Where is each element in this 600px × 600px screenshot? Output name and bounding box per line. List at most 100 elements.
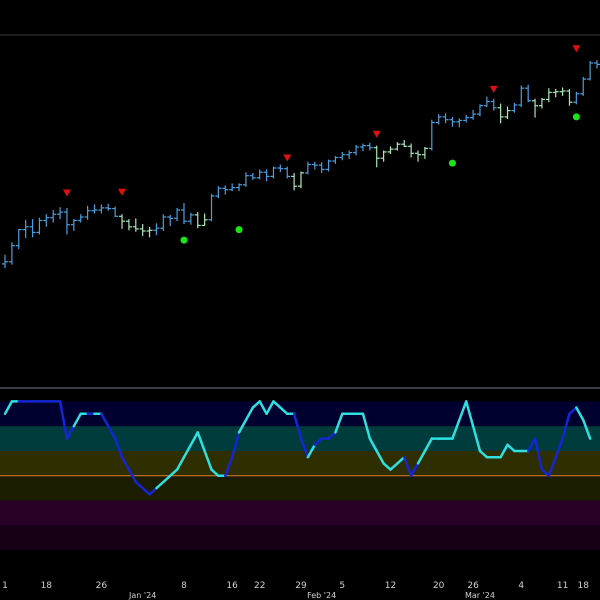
price-bar [532, 98, 539, 118]
price-bar [57, 207, 64, 220]
price-bar [497, 103, 504, 124]
sell-signal-marker [118, 188, 127, 196]
price-bar [346, 150, 353, 159]
price-bar [394, 142, 401, 151]
oscillator-band-4 [0, 475, 600, 501]
price-bar [277, 164, 284, 173]
price-bar [511, 102, 518, 113]
price-bar [29, 219, 36, 238]
x-tick-label: 20 [433, 581, 445, 591]
price-bar [408, 143, 415, 158]
price-bar [91, 204, 98, 214]
price-bar [194, 212, 201, 229]
price-bar [256, 169, 263, 180]
x-tick-label: 26 [467, 581, 479, 591]
price-bar [105, 203, 112, 211]
x-axis: 1 18 26 8 16 22 29 5 12 20 26 4 11 18 Jan '24 Feb '24 Ma… [2, 581, 589, 600]
price-bar [401, 140, 408, 147]
price-bar [566, 88, 573, 106]
x-tick-label: 11 [557, 581, 568, 591]
price-bar [201, 213, 208, 227]
price-bar [77, 214, 84, 223]
price-bar [545, 88, 552, 103]
price-bar [449, 116, 456, 127]
price-bar [291, 172, 298, 191]
price-bar [229, 183, 236, 192]
price-bar [483, 96, 490, 108]
price-bar [298, 171, 304, 189]
x-tick-label: 22 [254, 581, 265, 591]
price-bar [139, 224, 146, 236]
sell-signal-marker [572, 45, 581, 53]
price-bar [339, 151, 346, 161]
sell-signal-marker [372, 130, 381, 138]
price-bar [573, 91, 580, 105]
price-bar [476, 104, 483, 117]
price-bar [373, 145, 380, 168]
price-bar [43, 214, 50, 227]
price-bar [36, 217, 43, 235]
x-tick-label: 1 [2, 581, 8, 591]
price-bar [332, 156, 339, 164]
x-tick-label: 26 [96, 581, 108, 591]
buy-signal-marker [448, 159, 456, 167]
price-bar [242, 172, 249, 187]
x-tick-label: 4 [518, 581, 524, 591]
x-tick-label: 5 [339, 581, 345, 591]
price-bar [249, 172, 256, 180]
price-bar [421, 147, 428, 159]
price-bar [132, 218, 139, 232]
x-tick-label: 16 [226, 581, 238, 591]
price-bar [525, 84, 532, 103]
price-bar [112, 206, 119, 217]
price-bar [236, 183, 243, 192]
price-bar [311, 161, 318, 170]
price-bar [270, 166, 277, 179]
price-bar [559, 87, 566, 96]
price-bar [359, 143, 366, 152]
price-bar [415, 150, 422, 162]
price-bar [580, 77, 587, 96]
price-bar [208, 193, 215, 222]
price-bar [504, 106, 511, 119]
price-bar [15, 228, 22, 250]
price-bar [153, 223, 160, 236]
price-bar [442, 113, 449, 124]
price-bar [167, 214, 174, 227]
price-bar [490, 98, 497, 111]
price-bar [318, 162, 325, 173]
price-bar [353, 144, 360, 156]
sell-signal-marker [62, 189, 71, 197]
oscillator-band-5 [0, 500, 600, 526]
price-bar [587, 60, 594, 81]
price-bar [63, 207, 70, 235]
price-bar [22, 219, 29, 238]
x-month-label: Jan '24 [128, 591, 156, 600]
price-bar [84, 205, 91, 220]
chart-canvas: 1 18 26 8 16 22 29 5 12 20 26 4 11 18 Jan '24 Feb '24 Ma… [0, 34, 600, 600]
price-bar [8, 242, 15, 265]
price-bar [119, 214, 126, 229]
buy-signal-marker [572, 113, 580, 121]
price-bar [146, 226, 153, 238]
price-bar [366, 142, 373, 151]
price-bar [518, 85, 525, 108]
x-tick-label: 8 [181, 581, 187, 591]
price-bar [387, 146, 394, 154]
sell-signal-marker [283, 154, 292, 162]
oscillator-band-3 [0, 451, 600, 476]
price-bar [463, 114, 470, 123]
price-bar [187, 212, 194, 225]
price-bar [428, 119, 435, 151]
price-bar [174, 207, 181, 222]
price-bar [180, 203, 187, 224]
price-bar [304, 161, 311, 175]
price-bar [263, 169, 270, 182]
x-tick-label: 12 [385, 581, 396, 591]
price-bar [552, 88, 559, 98]
x-tick-label: 18 [41, 581, 53, 591]
price-bar [70, 219, 77, 231]
price-bar [215, 186, 222, 199]
price-bar [435, 114, 442, 125]
oscillator-band-6 [0, 525, 600, 551]
